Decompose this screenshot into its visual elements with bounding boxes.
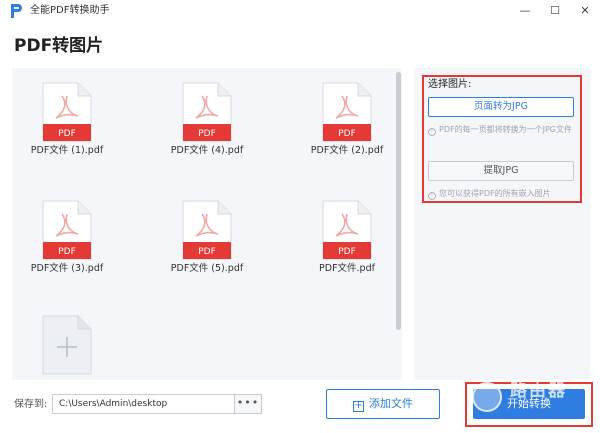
file-item[interactable]: PDF PDF文件 (1).pdf — [12, 68, 122, 168]
save-to-label: 保存到: — [14, 399, 48, 410]
file-name: PDF文件.pdf — [319, 263, 375, 274]
browse-button[interactable]: ••• — [234, 394, 262, 414]
window-title: 全能PDF转换助手 — [30, 5, 110, 16]
start-convert-button[interactable]: 开始转换 — [473, 389, 585, 419]
file-name: PDF文件 (5).pdf — [170, 263, 244, 274]
close-button[interactable]: ✕ — [570, 0, 600, 22]
pdf-badge: PDF — [338, 129, 356, 139]
add-file-tile-icon[interactable] — [42, 315, 92, 375]
options-highlight-box — [422, 75, 582, 203]
pdf-badge: PDF — [338, 247, 356, 257]
page-to-jpg-button[interactable]: 页面转为JPG — [428, 97, 574, 117]
pdf-badge: PDF — [198, 129, 216, 139]
hint-text: PDF的每一页都将转换为一个JPG文件 — [439, 125, 572, 134]
minimize-button[interactable]: — — [510, 0, 540, 22]
file-item[interactable]: PDF PDF文件.pdf — [292, 186, 402, 286]
file-item[interactable]: PDF PDF文件 (4).pdf — [152, 68, 262, 168]
options-label: 选择图片: — [428, 79, 472, 90]
pdf-badge: PDF — [198, 247, 216, 257]
pdf-file-icon: PDF — [182, 82, 232, 142]
extract-jpg-button[interactable]: 提取JPG — [428, 161, 574, 181]
page-to-jpg-hint: ! PDF的每一页都将转换为一个JPG文件 — [428, 124, 578, 136]
page-title: PDF转图片 — [14, 36, 104, 56]
pdf-file-icon: PDF — [322, 82, 372, 142]
pdf-badge: PDF — [58, 129, 76, 139]
add-file-button[interactable]: + 添加文件 — [326, 389, 440, 419]
title-bar: 全能PDF转换助手 — ☐ ✕ — [0, 0, 600, 22]
file-item[interactable]: PDF PDF文件 (3).pdf — [12, 186, 122, 286]
pdf-badge: PDF — [58, 247, 76, 257]
add-icon: + — [353, 400, 364, 412]
maximize-button[interactable]: ☐ — [540, 0, 570, 22]
info-icon: ! — [428, 128, 436, 136]
hint-text: 您可以获得PDF的所有嵌入图片 — [439, 189, 551, 198]
pdf-file-icon: PDF — [42, 82, 92, 142]
pdf-file-icon: PDF — [322, 200, 372, 260]
file-name: PDF文件 (3).pdf — [30, 263, 104, 274]
file-name: PDF文件 (4).pdf — [170, 145, 244, 156]
file-name: PDF文件 (1).pdf — [30, 145, 104, 156]
info-icon: ! — [428, 192, 436, 200]
file-name: PDF文件 (2).pdf — [310, 145, 384, 156]
file-item[interactable]: PDF PDF文件 (5).pdf — [152, 186, 262, 286]
extract-jpg-hint: ! 您可以获得PDF的所有嵌入图片 — [428, 188, 578, 200]
app-logo-icon — [11, 4, 22, 18]
pdf-file-icon: PDF — [182, 200, 232, 260]
add-file-label: 添加文件 — [369, 397, 413, 410]
pdf-file-icon: PDF — [42, 200, 92, 260]
file-item[interactable]: PDF PDF文件 (2).pdf — [292, 68, 402, 168]
save-path-input[interactable]: C:\Users\Admin\desktop — [52, 394, 234, 414]
